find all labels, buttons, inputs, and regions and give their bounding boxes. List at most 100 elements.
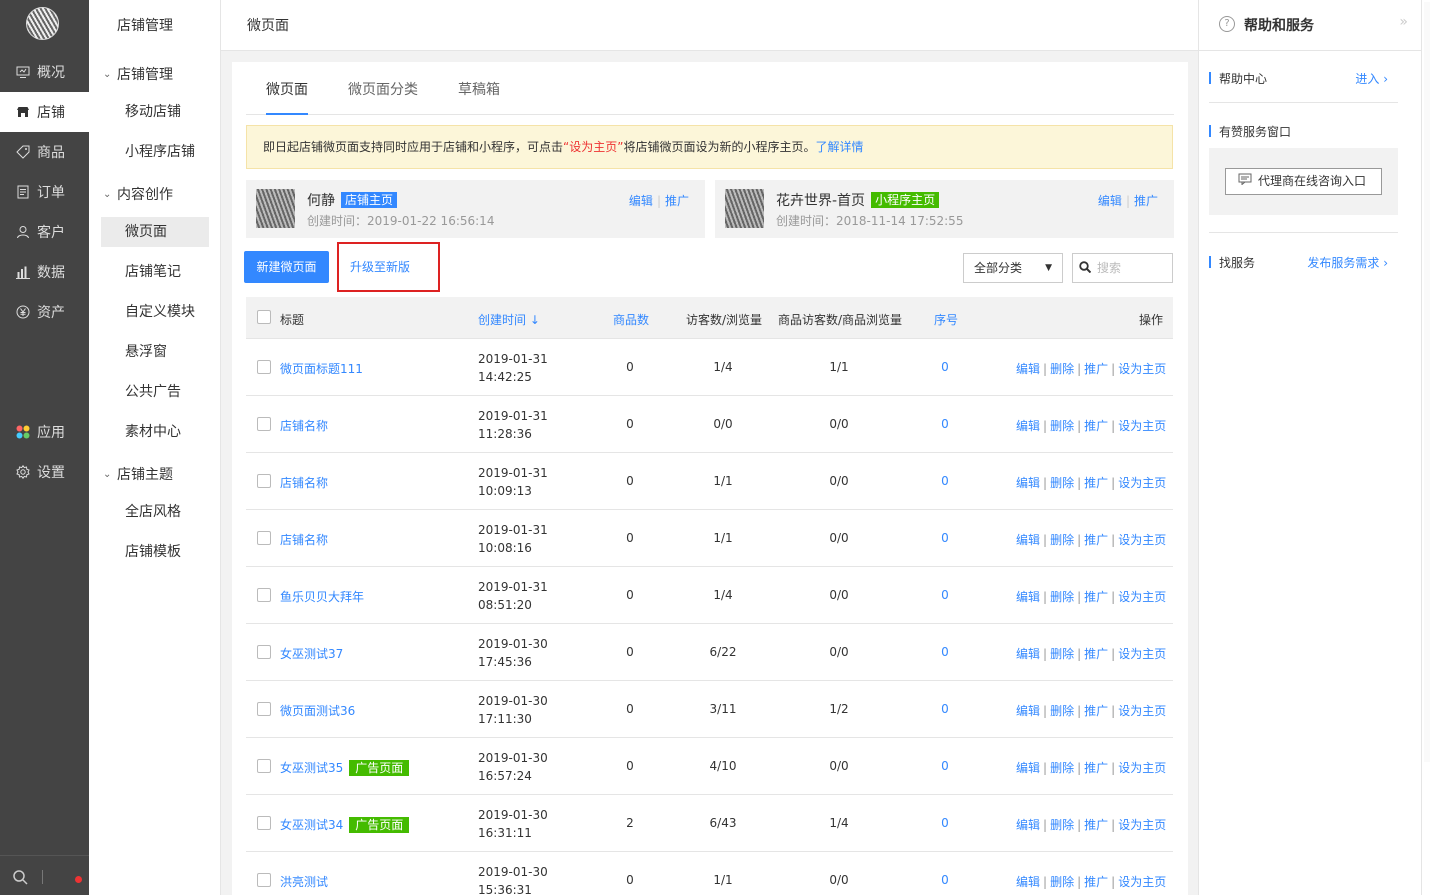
row-op-3[interactable]: 设为主页 bbox=[1118, 761, 1166, 775]
nav-item-3[interactable]: 订单 bbox=[0, 172, 89, 212]
consult-button[interactable]: 代理商在线咨询入口 bbox=[1225, 168, 1382, 195]
row-op-2[interactable]: 推广 bbox=[1084, 476, 1108, 490]
row-op-0[interactable]: 编辑 bbox=[1016, 647, 1040, 661]
row-seq[interactable]: 0 bbox=[915, 474, 975, 488]
nav-item-2[interactable]: 商品 bbox=[0, 132, 89, 172]
nav-group-0[interactable]: ⌄ 店铺管理 bbox=[103, 64, 173, 84]
row-op-0[interactable]: 编辑 bbox=[1016, 704, 1040, 718]
help-center-enter-link[interactable]: 进入 › bbox=[1355, 70, 1388, 87]
nav-item-0[interactable]: 概况 bbox=[0, 52, 89, 92]
row-op-2[interactable]: 推广 bbox=[1084, 875, 1108, 889]
row-title-link[interactable]: 洪亮测试 bbox=[280, 873, 328, 890]
sidebar-item[interactable]: 素材中心 bbox=[101, 417, 209, 447]
row-op-3[interactable]: 设为主页 bbox=[1118, 419, 1166, 433]
sidebar-item[interactable]: 悬浮窗 bbox=[101, 337, 209, 367]
row-checkbox[interactable] bbox=[257, 645, 271, 659]
row-checkbox[interactable] bbox=[257, 417, 271, 431]
row-op-2[interactable]: 推广 bbox=[1084, 362, 1108, 376]
row-op-1[interactable]: 删除 bbox=[1050, 419, 1074, 433]
row-op-2[interactable]: 推广 bbox=[1084, 419, 1108, 433]
row-op-1[interactable]: 删除 bbox=[1050, 362, 1074, 376]
sidebar-item[interactable]: 店铺模板 bbox=[101, 537, 209, 567]
row-op-3[interactable]: 设为主页 bbox=[1118, 875, 1166, 889]
row-seq[interactable]: 0 bbox=[915, 360, 975, 374]
row-checkbox[interactable] bbox=[257, 816, 271, 830]
row-op-1[interactable]: 删除 bbox=[1050, 476, 1074, 490]
row-seq[interactable]: 0 bbox=[915, 759, 975, 773]
sidebar-item[interactable]: 移动店铺 bbox=[101, 97, 209, 127]
shop-logo[interactable] bbox=[26, 7, 59, 40]
search-box[interactable] bbox=[1072, 253, 1173, 283]
sidebar-item[interactable]: 店铺笔记 bbox=[101, 257, 209, 287]
row-op-0[interactable]: 编辑 bbox=[1016, 533, 1040, 547]
nav-item-1[interactable]: 店铺 bbox=[0, 92, 89, 132]
card-edit-link[interactable]: 编辑 bbox=[1098, 194, 1122, 208]
row-seq[interactable]: 0 bbox=[915, 702, 975, 716]
row-title-link[interactable]: 店铺名称 bbox=[280, 417, 328, 434]
tab-drafts[interactable]: 草稿箱 bbox=[458, 79, 500, 115]
upgrade-button[interactable]: 升级至新版 bbox=[337, 242, 440, 292]
row-op-1[interactable]: 删除 bbox=[1050, 647, 1074, 661]
row-op-3[interactable]: 设为主页 bbox=[1118, 590, 1166, 604]
row-op-0[interactable]: 编辑 bbox=[1016, 818, 1040, 832]
row-op-1[interactable]: 删除 bbox=[1050, 533, 1074, 547]
nav-item-8[interactable]: 设置 bbox=[0, 452, 89, 492]
publish-service-link[interactable]: 发布服务需求 › bbox=[1307, 254, 1388, 271]
nav-item-5[interactable]: 数据 bbox=[0, 252, 89, 292]
nav-item-7[interactable]: 应用 bbox=[0, 412, 89, 452]
row-checkbox[interactable] bbox=[257, 759, 271, 773]
tab-micropage[interactable]: 微页面 bbox=[266, 79, 308, 115]
row-op-1[interactable]: 删除 bbox=[1050, 590, 1074, 604]
row-title-link[interactable]: 店铺名称 bbox=[280, 531, 328, 548]
collapse-icon[interactable]: » bbox=[1399, 14, 1408, 30]
row-op-0[interactable]: 编辑 bbox=[1016, 362, 1040, 376]
row-op-1[interactable]: 删除 bbox=[1050, 875, 1074, 889]
sidebar-item[interactable]: 公共广告 bbox=[101, 377, 209, 407]
row-title-link[interactable]: 女巫测试34 广告页面 bbox=[280, 816, 410, 833]
sidebar-item[interactable]: 全店风格 bbox=[101, 497, 209, 527]
header-seq[interactable]: 序号 bbox=[934, 311, 958, 328]
nav-item-4[interactable]: 客户 bbox=[0, 212, 89, 252]
row-op-3[interactable]: 设为主页 bbox=[1118, 476, 1166, 490]
row-checkbox[interactable] bbox=[257, 474, 271, 488]
row-title-link[interactable]: 女巫测试35 广告页面 bbox=[280, 759, 410, 776]
sidebar-item[interactable]: 小程序店铺 bbox=[101, 137, 209, 167]
row-op-2[interactable]: 推广 bbox=[1084, 704, 1108, 718]
row-op-1[interactable]: 删除 bbox=[1050, 704, 1074, 718]
row-seq[interactable]: 0 bbox=[915, 588, 975, 602]
row-op-3[interactable]: 设为主页 bbox=[1118, 704, 1166, 718]
row-seq[interactable]: 0 bbox=[915, 531, 975, 545]
row-op-2[interactable]: 推广 bbox=[1084, 590, 1108, 604]
row-checkbox[interactable] bbox=[257, 360, 271, 374]
row-op-3[interactable]: 设为主页 bbox=[1118, 818, 1166, 832]
row-title-link[interactable]: 鱼乐贝贝大拜年 bbox=[280, 588, 364, 605]
row-title-link[interactable]: 女巫测试37 bbox=[280, 645, 343, 662]
row-seq[interactable]: 0 bbox=[915, 645, 975, 659]
tab-micropage-category[interactable]: 微页面分类 bbox=[348, 79, 418, 115]
row-op-3[interactable]: 设为主页 bbox=[1118, 362, 1166, 376]
card-promote-link[interactable]: 推广 bbox=[665, 194, 689, 208]
row-op-2[interactable]: 推广 bbox=[1084, 761, 1108, 775]
row-op-0[interactable]: 编辑 bbox=[1016, 476, 1040, 490]
header-created-sort[interactable]: 创建时间 ↓ bbox=[478, 311, 540, 328]
row-op-2[interactable]: 推广 bbox=[1084, 647, 1108, 661]
row-seq[interactable]: 0 bbox=[915, 816, 975, 830]
row-op-2[interactable]: 推广 bbox=[1084, 533, 1108, 547]
row-op-0[interactable]: 编辑 bbox=[1016, 875, 1040, 889]
nav-group-1[interactable]: ⌄ 内容创作 bbox=[103, 184, 173, 204]
notification-dot[interactable] bbox=[75, 876, 82, 883]
category-select[interactable]: 全部分类 ▼ bbox=[963, 253, 1063, 283]
row-op-1[interactable]: 删除 bbox=[1050, 761, 1074, 775]
header-goods-count[interactable]: 商品数 bbox=[613, 311, 649, 328]
row-checkbox[interactable] bbox=[257, 531, 271, 545]
row-checkbox[interactable] bbox=[257, 702, 271, 716]
sidebar-item[interactable]: 自定义模块 bbox=[101, 297, 209, 327]
nav-group-2[interactable]: ⌄ 店铺主题 bbox=[103, 464, 173, 484]
new-micropage-button[interactable]: 新建微页面 bbox=[244, 251, 329, 283]
row-op-0[interactable]: 编辑 bbox=[1016, 590, 1040, 604]
sidebar-item[interactable]: 微页面 bbox=[101, 217, 209, 247]
row-seq[interactable]: 0 bbox=[915, 417, 975, 431]
row-op-3[interactable]: 设为主页 bbox=[1118, 533, 1166, 547]
row-checkbox[interactable] bbox=[257, 588, 271, 602]
row-op-0[interactable]: 编辑 bbox=[1016, 419, 1040, 433]
